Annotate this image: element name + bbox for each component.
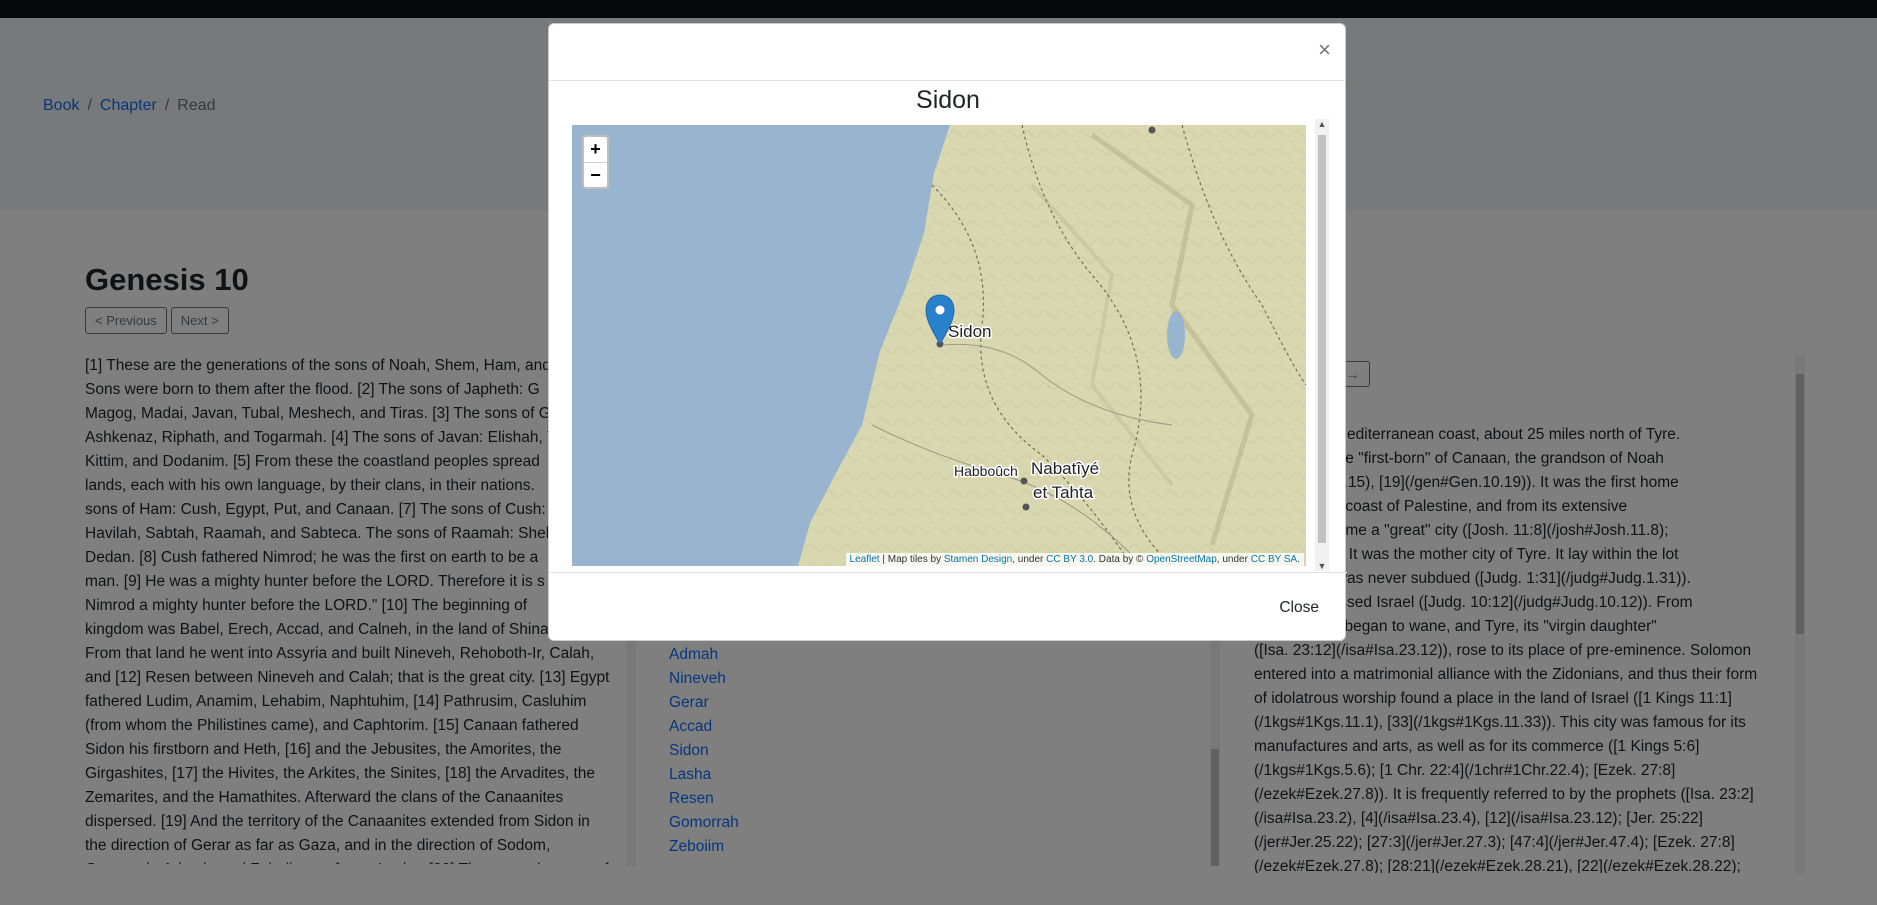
zoom-control: + − [582,135,609,189]
leaflet-link[interactable]: Leaflet [850,554,880,565]
map-view[interactable]: Sidon Habboûch Nabatîyé et Tahta + − Lea… [572,125,1306,566]
map-label-sidon: Sidon [948,322,991,341]
modal-body-scrollbar[interactable]: ▲ ▼ [1315,119,1329,571]
scroll-down-arrow-icon[interactable]: ▼ [1315,561,1329,571]
close-icon[interactable]: × [1318,38,1331,62]
scroll-up-arrow-icon[interactable]: ▲ [1315,119,1329,129]
map-modal: × Sidon Sidon Habboûch Nabatîyé et Tahta… [548,23,1347,642]
zoom-in-button[interactable]: + [584,137,607,162]
scrollbar-thumb[interactable] [1318,135,1326,543]
map-tiles: Sidon Habboûch Nabatîyé et Tahta [572,125,1306,566]
map-label-habbouch: Habboûch [954,463,1018,479]
modal-header: × [549,24,1345,81]
modal-footer: Close [549,572,1347,642]
zoom-out-button[interactable]: − [584,162,607,187]
map-label-nabatiye: Nabatîyé [1031,459,1099,478]
lake [1167,311,1185,359]
cc-by-link[interactable]: CC BY 3.0 [1046,554,1093,565]
modal-title: Sidon [916,86,980,114]
map-label-et-tahta: et Tahta [1033,483,1094,502]
close-button[interactable]: Close [1279,599,1319,617]
cc-by-sa-link[interactable]: CC BY SA [1251,554,1298,565]
osm-link[interactable]: OpenStreetMap [1146,554,1217,565]
stamen-link[interactable]: Stamen Design [944,554,1012,565]
map-attribution: Leaflet | Map tiles by Stamen Design, un… [845,553,1304,566]
